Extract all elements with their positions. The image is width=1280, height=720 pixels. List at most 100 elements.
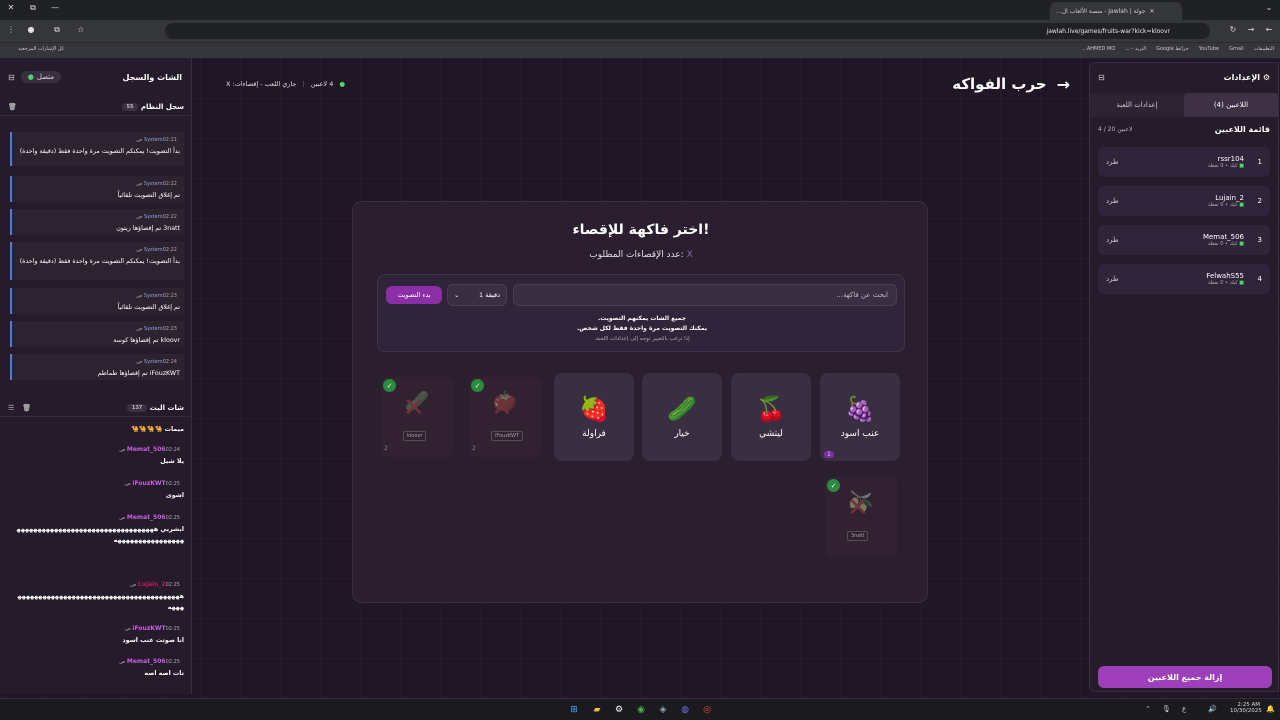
system-message: System02:23 ص تم إغلاق التصويت تلقائياً [10,288,184,314]
strawberry-icon: 🍓 [579,395,609,423]
players-list-title: قائمة اللاعبين [1214,125,1270,134]
tray-chevron-icon[interactable]: ⌃ [1145,705,1151,713]
elimination-count: عدد الإقصاءات المطلوب: X [589,250,693,260]
settings-tabs: إعدادات اللعبة اللاعبين (4) [1090,93,1278,117]
tab-search-icon[interactable]: ⌄ [1262,3,1276,12]
volume-icon[interactable]: 🔊 [1208,705,1217,713]
browser-toolbar: ⋮ ● ⧉ ☆ jawlah.live/games/fruits-war?kic… [0,20,1280,42]
bookmark-apps[interactable]: التطبيقات [1254,46,1274,52]
filter-icon[interactable]: ☰ [8,404,14,412]
all-bookmarks[interactable]: كل الإشارات المرجعية [18,46,64,52]
extensions-icon[interactable]: ⧉ [50,25,64,35]
remove-all-players-button[interactable]: إزالة جميع اللاعبين [1098,666,1272,688]
bookmark-gmail[interactable]: Gmail [1229,46,1244,52]
tab-game-settings[interactable]: إعدادات اللعبة [1090,93,1184,117]
steam-icon[interactable]: ◈ [656,703,670,717]
fruit-card-cucumber[interactable]: 🥒 خيار [642,373,722,461]
gear-icon: ⚙ [1262,72,1270,82]
bookmark-ahmed[interactable]: AHMED MO... [1082,46,1115,52]
chat-message: Memat_50602:25 ص تات اصه اصه [119,658,184,677]
chat-panel: ⊟ ● متصل الشات والسجل 🗑 55 سجل النظام Sys… [0,58,192,694]
system-message: System02:24 ص iFouzKWT تم إقصاؤها طماطم [10,354,184,380]
system-message: System02:21 ص بدأ التصويت! يمكنكم التصوي… [10,132,184,166]
chat-message: Memat_50602:25 ص ابشريي هههههههههههههههه… [16,514,184,544]
duration-select[interactable]: ⌄ 1 دقيقة [447,284,507,306]
mic-icon[interactable]: 🎙 [1162,705,1171,713]
app-icon[interactable]: ◎ [700,703,714,717]
grape-icon: 🍇 [845,395,875,423]
back-arrow-icon[interactable]: → [1057,75,1070,94]
players-count: 4 / 20 لاعبين [1098,126,1133,133]
browser-titlebar: ✕ ⧉ — + ✕ جولة | Jawlah - منصة الألعاب ا… [0,0,1280,20]
vote-note: يمكنك التصويت مرة واحدة فقط لكل شخص. [577,325,707,332]
maximize-icon[interactable]: ⧉ [26,3,40,13]
chevron-down-icon: ⌄ [454,291,460,299]
clock[interactable]: 2:25 AM 10/30/2025 [1230,702,1262,714]
trash-icon[interactable]: 🗑 [8,103,17,111]
profile-avatar[interactable]: ● [24,25,38,34]
check-icon: ✓ [827,479,840,492]
system-log-header[interactable]: 🗑 55 سجل النظام [0,98,192,116]
player-row: 2 Lujain_2 ■ كيك • 0 نقطة طرد [1098,186,1270,216]
game-title: → حرب الفواكه [952,74,1070,94]
settings-icon[interactable]: ⚙ [612,703,626,717]
tab-close-icon[interactable]: ✕ [1149,8,1154,15]
x-mark-icon: ✕ [847,493,869,523]
check-icon: ✓ [383,379,396,392]
fruit-card-lychee[interactable]: 🍒 ليتشي [731,373,811,461]
bookmark-maps[interactable]: خرائط Google [1156,46,1189,52]
kick-button[interactable]: طرد [1106,275,1119,283]
player-row: 3 Memat_506 ■ كيك • 0 نقطة طرد [1098,225,1270,255]
language-indicator[interactable]: ع [1182,705,1186,713]
windows-start-icon[interactable]: ⊞ [567,703,581,717]
vote-heading: اختر فاكهة للإقصاء! [572,222,710,238]
settings-panel: ⊟ ⚙ الإعدادات إعدادات اللعبة اللاعبين (4… [1089,62,1279,692]
chrome-icon[interactable]: ◉ [634,703,648,717]
collapse-panel-icon[interactable]: ⊟ [1098,73,1105,82]
player-row: 4 FelwahS55 ■ كيك • 0 نقطة طرد [1098,264,1270,294]
star-icon[interactable]: ☆ [74,25,88,34]
back-icon[interactable]: ← [1262,25,1276,34]
bookmark-mail[interactable]: البريد - ... [1125,46,1146,52]
close-window-icon[interactable]: ✕ [4,3,18,12]
vote-note: جميع الشات يمكنهم التصويت. [597,315,687,322]
start-vote-button[interactable]: بدء التصويت [386,286,442,304]
vote-note: إذا ترغب بالتغيير توجه إلى إعدادات اللعب… [594,336,690,342]
trash-icon[interactable]: 🗑 [22,404,31,412]
notification-icon[interactable]: 🔔 [1266,705,1275,713]
browser-tab[interactable]: ✕ جولة | Jawlah - منصة الألعاب ال... [1050,2,1182,20]
discord-icon[interactable]: ◍ [678,703,692,717]
chat-message: iFouzKWT02:25 ص اشوى [124,480,184,499]
fruit-search-input[interactable]: ابحث عن فاكهة... [513,284,897,306]
chat-message: Memat_50602:24 ص يلا شيل [119,446,184,465]
fruit-card-black-grape[interactable]: 🍇 عنب اسود 1 [820,373,900,461]
reload-icon[interactable]: ↻ [1226,25,1240,34]
check-icon: ✓ [471,379,484,392]
minimize-icon[interactable]: — [48,3,62,12]
settings-title: ⚙ الإعدادات [1223,72,1270,82]
forward-icon[interactable]: → [1244,25,1258,34]
x-mark-icon: ✕ [403,393,425,423]
x-mark-icon: ✕ [491,393,513,423]
live-chat-header[interactable]: ☰ 🗑 137 شات البث [0,399,192,417]
fruit-card-strawberry[interactable]: 🍓 فراولة [554,373,634,461]
file-explorer-icon[interactable]: ▰ [590,703,604,717]
kick-button[interactable]: طرد [1106,236,1119,244]
app-area: ⊟ ● متصل الشات والسجل 🗑 55 سجل النظام Sys… [0,58,1280,698]
vote-controls: ابحث عن فاكهة... ⌄ 1 دقيقة بدء التصويت ج… [377,274,905,352]
kick-button[interactable]: طرد [1106,158,1119,166]
tab-players[interactable]: اللاعبين (4) [1184,93,1278,117]
player-row: 1 rssr104 ■ كيك • 0 نقطة طرد [1098,147,1270,177]
lychee-icon: 🍒 [756,395,786,423]
game-status-bar: ● 4 لاعبين | جاري اللعب - إقصاءات: X [226,80,345,88]
menu-icon[interactable]: ⋮ [4,25,18,34]
address-input[interactable]: jawlah.live/games/fruits-war?kick=kloovr [165,23,1210,39]
system-message: System02:22 ص بدأ التصويت! يمكنكم التصوي… [10,242,184,280]
bookmark-youtube[interactable]: YouTube [1199,46,1219,52]
vote-card: اختر فاكهة للإقصاء! عدد الإقصاءات المطلو… [352,201,928,603]
kick-button[interactable]: طرد [1106,197,1119,205]
collapse-panel-icon[interactable]: ⊟ [8,73,15,82]
system-message: System02:23 ص kloovr تم إقصاؤها كوسة [10,321,184,347]
bookmarks-bar: كل الإشارات المرجعية التطبيقات Gmail You… [0,42,1280,58]
chat-message: Lujain_202:25 ص هههههههههههههههههههههههه… [17,581,185,611]
